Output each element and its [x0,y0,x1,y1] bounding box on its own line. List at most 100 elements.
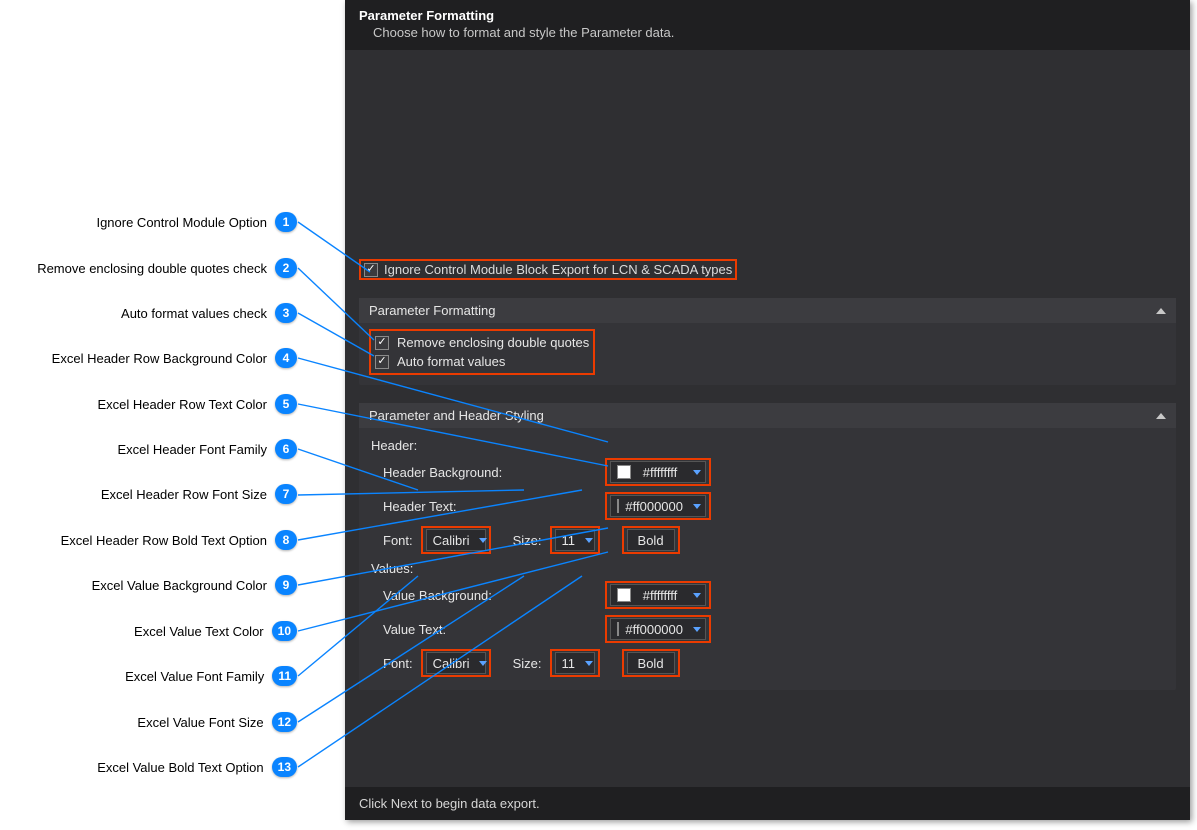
annotation-row: Excel Header Row Background Color 4 [52,348,297,368]
value-bg-color-picker[interactable]: #ffffffff [610,584,706,606]
annotation-row: Auto format values check 3 [121,303,297,323]
font-label: Font: [383,656,413,671]
section-header-formatting[interactable]: Parameter Formatting [359,298,1176,323]
color-swatch-icon [617,465,631,479]
annotation-label: Excel Value Bold Text Option [97,760,263,775]
annotation-row: Excel Value Background Color 9 [92,575,297,595]
highlight-header-font: Calibri [421,526,491,554]
annotation-label: Auto format values check [121,306,267,321]
color-swatch-icon [617,622,619,636]
annotation-badge: 9 [275,575,297,595]
highlight-value-bold: Bold [622,649,680,677]
remove-quotes-label: Remove enclosing double quotes [397,335,589,350]
annotation-badge: 6 [275,439,297,459]
annotation-badge: 7 [275,484,297,504]
panel-subtitle: Choose how to format and style the Param… [359,23,1176,40]
annotation-badge: 12 [272,712,297,732]
section-header-styling[interactable]: Parameter and Header Styling [359,403,1176,428]
value-bold-toggle[interactable]: Bold [627,652,675,674]
chevron-up-icon [1156,308,1166,314]
header-size-dropdown[interactable]: 11 [555,529,595,551]
panel-header: Parameter Formatting Choose how to forma… [345,0,1190,50]
settings-panel: Parameter Formatting Choose how to forma… [345,0,1190,820]
header-bg-color-picker[interactable]: #ffffffff [610,461,706,483]
chevron-down-icon [693,470,701,475]
highlight-value-size: 11 [550,649,600,677]
annotation-row: Excel Header Font Family 6 [117,439,297,459]
value-size-value: 11 [562,656,576,671]
value-font-value: Calibri [433,656,470,671]
value-text-label: Value Text: [369,622,569,637]
annotation-badge: 5 [275,394,297,414]
annotation-label: Excel Value Text Color [134,624,264,639]
auto-format-checkbox[interactable] [375,355,389,369]
annotation-label: Excel Header Font Family [117,442,267,457]
annotation-row: Ignore Control Module Option 1 [96,212,297,232]
size-label: Size: [513,533,542,548]
value-font-dropdown[interactable]: Calibri [426,652,486,674]
color-swatch-icon [617,499,619,513]
header-font-value: Calibri [433,533,470,548]
annotation-label: Remove enclosing double quotes check [37,261,267,276]
panel-title: Parameter Formatting [359,8,1176,23]
header-bold-toggle[interactable]: Bold [627,529,675,551]
highlight-formatting-checks: Remove enclosing double quotes Auto form… [369,329,595,375]
annotation-row: Excel Value Font Family 11 [125,666,297,686]
annotation-column: Ignore Control Module Option 1 Remove en… [0,0,345,830]
value-size-dropdown[interactable]: 11 [555,652,595,674]
annotation-badge: 4 [275,348,297,368]
annotation-badge: 3 [275,303,297,323]
annotation-badge: 11 [272,666,297,686]
header-text-color-picker[interactable]: #ff000000 [610,495,706,517]
section-title: Parameter and Header Styling [369,408,544,423]
color-swatch-icon [617,588,631,602]
font-label: Font: [383,533,413,548]
chevron-down-icon [479,661,487,666]
chevron-down-icon [479,538,487,543]
annotation-label: Excel Value Background Color [92,578,267,593]
annotation-label: Excel Header Row Bold Text Option [61,533,267,548]
highlight-header-size: 11 [550,526,600,554]
annotation-badge: 8 [275,530,297,550]
annotation-row: Excel Value Text Color 10 [134,621,297,641]
annotation-label: Ignore Control Module Option [96,215,267,230]
annotation-badge: 13 [272,757,297,777]
value-bg-label: Value Background: [369,588,569,603]
ignore-control-module-label: Ignore Control Module Block Export for L… [384,262,732,277]
chevron-down-icon [693,593,701,598]
chevron-up-icon [1156,413,1166,419]
header-bg-value: #ffffffff [643,465,677,480]
annotation-row: Excel Header Row Bold Text Option 8 [61,530,297,550]
annotation-row: Remove enclosing double quotes check 2 [37,258,297,278]
annotation-badge: 10 [272,621,297,641]
panel-footer: Click Next to begin data export. [345,787,1190,820]
header-font-dropdown[interactable]: Calibri [426,529,486,551]
highlight-header-bg: #ffffffff [605,458,711,486]
highlight-header-text: #ff000000 [605,492,711,520]
chevron-down-icon [693,627,701,632]
highlight-value-text: #ff000000 [605,615,711,643]
annotation-row: Excel Header Row Font Size 7 [101,484,297,504]
header-text-value: #ff000000 [625,499,683,514]
value-text-value: #ff000000 [625,622,683,637]
value-bg-value: #ffffffff [643,588,677,603]
annotation-row: Excel Value Font Size 12 [137,712,297,732]
highlight-ignore-option: Ignore Control Module Block Export for L… [359,259,737,280]
header-text-label: Header Text: [369,499,569,514]
annotation-label: Excel Header Row Text Color [97,397,267,412]
header-bg-label: Header Background: [369,465,569,480]
highlight-header-bold: Bold [622,526,680,554]
annotation-label: Excel Value Font Size [137,715,263,730]
ignore-control-module-checkbox[interactable] [364,263,378,277]
chevron-down-icon [585,538,593,543]
section-parameter-formatting: Parameter Formatting Remove enclosing do… [359,298,1176,385]
annotation-label: Excel Value Font Family [125,669,264,684]
annotation-row: Excel Header Row Text Color 5 [97,394,297,414]
chevron-down-icon [585,661,593,666]
values-group-label: Values: [369,557,1166,578]
header-group-label: Header: [369,434,1166,455]
annotation-row: Excel Value Bold Text Option 13 [97,757,297,777]
value-text-color-picker[interactable]: #ff000000 [610,618,706,640]
bold-label: Bold [638,533,664,548]
remove-quotes-checkbox[interactable] [375,336,389,350]
